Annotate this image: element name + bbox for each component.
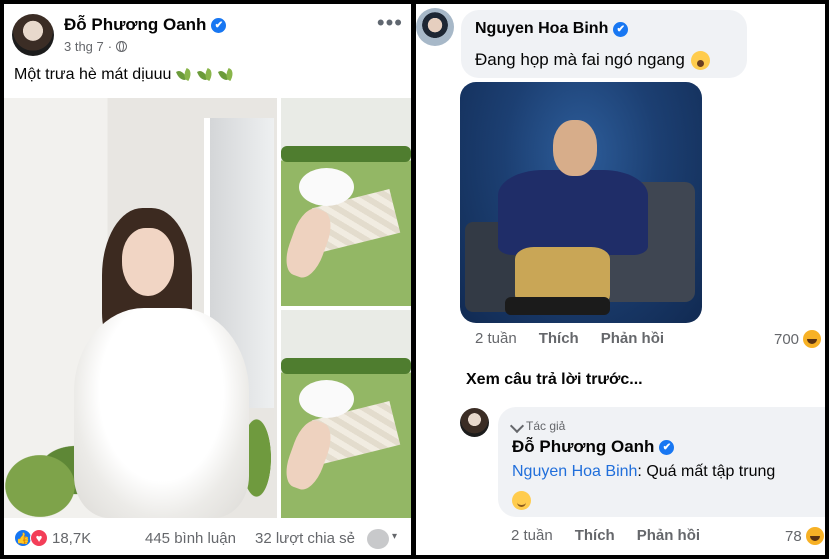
comment-reply-button[interactable]: Phản hồi xyxy=(601,330,664,347)
leaf-icon xyxy=(198,68,213,83)
post-author-avatar[interactable] xyxy=(12,14,54,56)
comment-reaction-count[interactable]: 700 xyxy=(774,330,822,348)
photo-subject-dress xyxy=(74,308,249,518)
comments-count-link[interactable]: 445 bình luận xyxy=(145,530,236,547)
comment-thread: Nguyen Hoa Binh ✔ Đang họp mà fai ngó ng… xyxy=(416,4,825,555)
reply-author-name[interactable]: Đỗ Phương Oanh ✔ xyxy=(512,437,675,457)
reactions-summary[interactable]: 👍 ♥ 18,7K xyxy=(14,529,91,547)
post-text: Một trưa hè mát dịuuu xyxy=(14,66,234,84)
reply-timestamp[interactable]: 2 tuần xyxy=(511,527,553,544)
photo-subject-shoes xyxy=(505,297,610,315)
shares-count-link[interactable]: 32 lượt chia sẻ xyxy=(255,530,355,547)
reply-actions: 2 tuần Thích Phản hồi xyxy=(511,527,700,544)
comment-text-content: Đang họp mà fai ngó ngang xyxy=(475,50,685,69)
reactions-count[interactable]: 18,7K xyxy=(52,530,91,547)
verified-badge-icon: ✔ xyxy=(211,17,227,33)
verified-badge-icon: ✔ xyxy=(659,439,675,455)
pencil-icon xyxy=(509,418,525,434)
smiling-face-icon xyxy=(512,491,531,510)
post-photo-lawn-2[interactable] xyxy=(281,310,411,518)
post-author-label[interactable]: Đỗ Phương Oanh xyxy=(64,15,206,35)
comment-reaction-number[interactable]: 700 xyxy=(774,331,799,348)
reply-reply-button[interactable]: Phản hồi xyxy=(637,527,700,544)
haha-reaction-icon xyxy=(803,330,822,348)
comment-timestamp[interactable]: 2 tuần xyxy=(475,330,517,347)
photo-subject-head xyxy=(553,120,597,176)
mention-link[interactable]: Nguyen Hoa Binh xyxy=(512,463,637,480)
view-previous-replies-link[interactable]: Xem câu trả lời trước... xyxy=(466,371,643,389)
haha-reaction-icon xyxy=(805,527,824,545)
photo-hedge xyxy=(281,358,411,374)
commenter-name-label[interactable]: Nguyen Hoa Binh xyxy=(475,20,608,38)
post-meta: 3 thg 7 · xyxy=(64,39,128,54)
chevron-down-icon[interactable]: ▾ xyxy=(392,531,397,542)
reply-author-label[interactable]: Đỗ Phương Oanh xyxy=(512,437,654,457)
facebook-post: Đỗ Phương Oanh ✔ 3 thg 7 · ••• Một trưa … xyxy=(4,4,411,555)
globe-icon[interactable] xyxy=(116,41,128,52)
photo-subject xyxy=(299,168,354,206)
reply-like-button[interactable]: Thích xyxy=(575,527,615,544)
more-options-icon[interactable]: ••• xyxy=(377,10,403,36)
post-photo-lawn-1[interactable] xyxy=(281,98,411,306)
comment-like-button[interactable]: Thích xyxy=(539,330,579,347)
commenter-name[interactable]: Nguyen Hoa Binh ✔ xyxy=(475,20,629,38)
reply-text: Nguyen Hoa Binh: Quá mất tập trung xyxy=(512,463,775,481)
reply-author-avatar[interactable] xyxy=(460,408,489,437)
photo-subject-shirt xyxy=(498,170,648,255)
reply-reaction-number[interactable]: 78 xyxy=(785,528,802,545)
reply-bubble: Tác giả Đỗ Phương Oanh ✔ Nguyen Hoa Binh… xyxy=(498,407,825,517)
comment-actions: 2 tuần Thích Phản hồi xyxy=(475,330,664,347)
leaf-icon xyxy=(177,68,192,83)
viewer-avatar[interactable] xyxy=(367,529,389,549)
comment-bubble: Nguyen Hoa Binh ✔ Đang họp mà fai ngó ng… xyxy=(461,10,747,78)
post-date[interactable]: 3 thg 7 xyxy=(64,39,104,54)
photo-subject xyxy=(299,380,354,418)
photo-hedge xyxy=(281,146,411,162)
photo-subject-face xyxy=(122,228,174,296)
post-author-name[interactable]: Đỗ Phương Oanh ✔ xyxy=(64,15,227,35)
verified-badge-icon: ✔ xyxy=(613,21,629,37)
leaf-icon xyxy=(219,68,234,83)
commenter-avatar[interactable] xyxy=(416,8,454,46)
meta-separator: · xyxy=(107,39,113,54)
reply-text-content: : Quá mất tập trung xyxy=(637,463,776,480)
comment-text: Đang họp mà fai ngó ngang xyxy=(475,50,710,70)
comment-attached-photo[interactable] xyxy=(460,82,702,323)
post-photo-main[interactable] xyxy=(4,98,277,518)
post-text-content: Một trưa hè mát dịuuu xyxy=(14,66,172,83)
author-badge-label: Tác giả xyxy=(526,419,566,433)
reply-reaction-count[interactable]: 78 xyxy=(785,527,824,545)
screaming-face-icon xyxy=(690,50,710,70)
love-reaction-icon: ♥ xyxy=(30,529,48,547)
author-badge: Tác giả xyxy=(509,418,566,434)
